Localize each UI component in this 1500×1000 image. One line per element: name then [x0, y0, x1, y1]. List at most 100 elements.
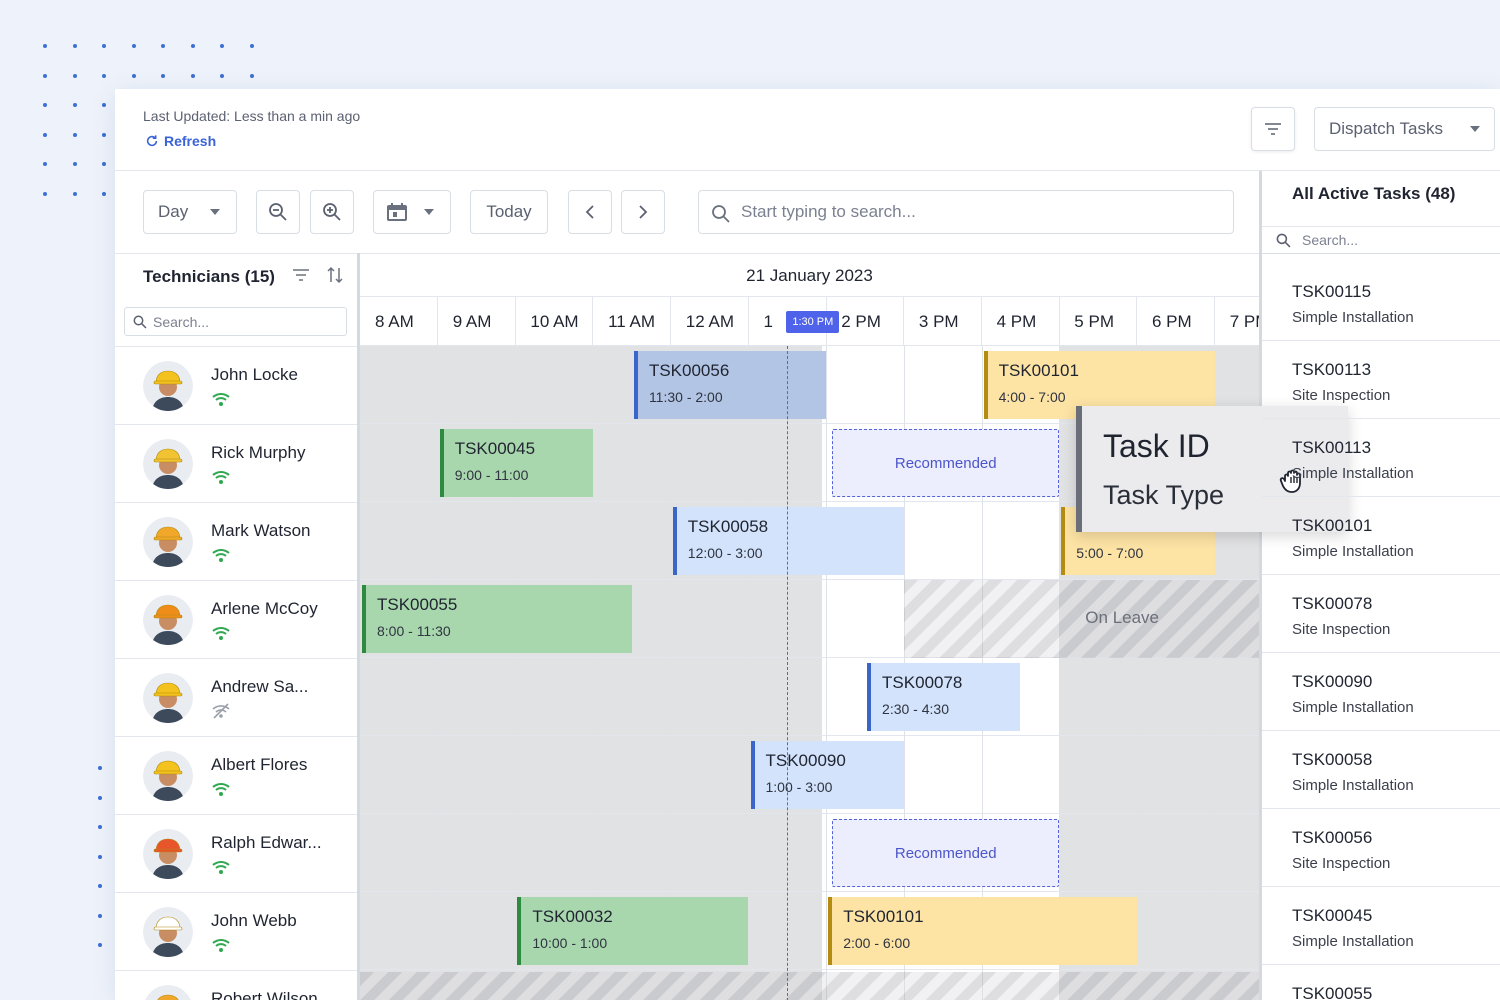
technician-row[interactable]: Ralph Edwar... — [115, 814, 357, 892]
hour-label: 10 AM — [515, 297, 594, 345]
active-task-item[interactable]: TSK00056 Site Inspection — [1262, 809, 1500, 887]
active-task-id: TSK00113 — [1292, 360, 1372, 379]
technician-name: Mark Watson — [211, 521, 311, 540]
zoom-out-button[interactable] — [256, 190, 300, 234]
active-task-id: TSK00101 — [1292, 516, 1373, 535]
technician-row[interactable]: Robert Wilson — [115, 970, 357, 1000]
refresh-icon — [146, 135, 158, 147]
schedule-toolbar: Day Today — [115, 171, 1260, 253]
task-time: 2:30 - 4:30 — [882, 701, 949, 717]
last-updated-text: Last Updated: Less than a min ago — [143, 108, 361, 124]
refresh-button[interactable]: Refresh — [145, 133, 216, 149]
decorative-dot — [190, 73, 195, 78]
decorative-dot — [131, 44, 136, 48]
technician-name: John Webb — [211, 911, 297, 930]
decorative-dot — [102, 132, 106, 137]
active-task-item[interactable]: TSK00058 Simple Installation — [1262, 731, 1500, 809]
zoom-in-button[interactable] — [310, 190, 354, 234]
task-id: TSK00078 — [882, 673, 963, 692]
active-task-type: Site Inspection — [1292, 387, 1391, 404]
decorative-dot — [43, 44, 47, 48]
search-icon — [712, 205, 730, 223]
hour-label: 11 AM — [593, 297, 672, 345]
hour-label: 4 PM — [982, 297, 1060, 345]
decorative-dot — [161, 73, 165, 78]
technician-row[interactable]: Andrew Sa... — [115, 658, 357, 736]
task-block[interactable]: TSK00078 2:30 - 4:30 — [867, 663, 1021, 731]
active-task-item[interactable]: TSK00045 Simple Installation — [1262, 887, 1500, 965]
decorative-dot — [43, 191, 47, 196]
hour-gridline — [437, 346, 439, 1000]
decorative-dot — [249, 73, 254, 78]
hour-label: 7 PM — [1215, 297, 1259, 345]
technician-row[interactable]: Arlene McCoy — [115, 580, 357, 658]
task-block[interactable]: TSK00058 12:00 - 3:00 — [672, 507, 904, 575]
task-block[interactable]: TSK00056 11:30 - 2:00 — [633, 351, 827, 419]
schedule-row — [360, 658, 1259, 736]
task-block[interactable]: TSK00055 8:00 - 11:30 — [362, 585, 632, 653]
avatar — [143, 439, 193, 489]
task-block[interactable]: TSK00032 10:00 - 1:00 — [517, 897, 749, 965]
decorative-dot — [98, 913, 102, 918]
task-id: TSK00032 — [532, 907, 613, 926]
wifi-icon — [211, 469, 231, 490]
decorative-dot — [98, 825, 102, 829]
technician-name: Albert Flores — [211, 755, 308, 774]
wifi-icon — [211, 781, 231, 802]
next-day-button[interactable] — [621, 190, 665, 234]
task-block[interactable]: TSK00045 9:00 - 11:00 — [439, 429, 594, 497]
decorative-dot — [98, 766, 102, 770]
active-task-item[interactable]: TSK00055 — [1262, 965, 1500, 1000]
active-task-item[interactable]: TSK00101 Simple Installation — [1262, 497, 1500, 575]
technician-name: Andrew Sa... — [211, 677, 309, 696]
view-mode-select[interactable]: Day — [143, 190, 237, 234]
today-label: Today — [486, 202, 532, 221]
technician-search-field[interactable] — [124, 307, 347, 336]
filter-icon[interactable] — [292, 268, 310, 282]
active-tasks-search-field[interactable] — [1262, 226, 1500, 254]
active-task-item[interactable]: TSK00078 Site Inspection — [1262, 575, 1500, 653]
hour-label: 5 PM — [1059, 297, 1138, 345]
active-task-item[interactable]: TSK00113 Site Inspection — [1262, 341, 1500, 419]
active-tasks-search-input[interactable] — [1302, 232, 1482, 248]
task-id: TSK00056 — [648, 361, 730, 380]
decorative-dot — [43, 132, 47, 137]
previous-day-button[interactable] — [568, 190, 612, 234]
schedule-search-input[interactable] — [741, 202, 1211, 222]
calendar-picker-button[interactable] — [373, 190, 451, 234]
calendar-icon — [387, 203, 407, 221]
decorative-dot — [72, 132, 77, 137]
filter-button[interactable] — [1251, 107, 1295, 151]
technician-row[interactable]: John Locke — [115, 346, 357, 424]
active-task-item[interactable]: TSK00115 Simple Installation — [1262, 263, 1500, 341]
wifi-icon — [211, 547, 231, 568]
technician-row[interactable]: John Webb — [115, 892, 357, 970]
technician-row[interactable]: Mark Watson — [115, 502, 357, 580]
task-block[interactable]: TSK00101 2:00 - 6:00 — [828, 897, 1137, 965]
technician-row[interactable]: Rick Murphy — [115, 424, 357, 502]
active-task-item[interactable]: TSK00113 Simple Installation — [1262, 419, 1500, 497]
decorative-dot — [43, 103, 47, 107]
recommended-slot[interactable]: Recommended — [832, 819, 1060, 887]
active-task-type: Site Inspection — [1292, 621, 1391, 638]
technician-search-input[interactable] — [153, 313, 333, 330]
sort-icon[interactable] — [326, 266, 344, 284]
active-task-id: TSK00058 — [1292, 750, 1373, 769]
task-id: TSK00090 — [765, 751, 846, 770]
decorative-dot — [72, 103, 77, 107]
technician-row[interactable]: Albert Flores — [115, 736, 357, 814]
decorative-dot — [72, 44, 77, 48]
active-task-id: TSK00090 — [1292, 672, 1373, 691]
dispatch-tasks-select[interactable]: Dispatch Tasks — [1314, 107, 1495, 151]
schedule-search-field[interactable] — [698, 190, 1234, 234]
recommended-slot[interactable]: Recommended — [832, 429, 1060, 497]
active-task-item[interactable]: TSK00090 Simple Installation — [1262, 653, 1500, 731]
active-task-type: Simple Installation — [1292, 933, 1414, 950]
wifi-icon — [211, 859, 231, 880]
task-time: 10:00 - 1:00 — [532, 935, 608, 951]
task-block[interactable]: TSK00090 1:00 - 3:00 — [750, 741, 904, 809]
avatar — [143, 985, 193, 1000]
refresh-label: Refresh — [164, 133, 217, 149]
wifi-icon — [211, 937, 231, 958]
today-button[interactable]: Today — [470, 190, 548, 234]
